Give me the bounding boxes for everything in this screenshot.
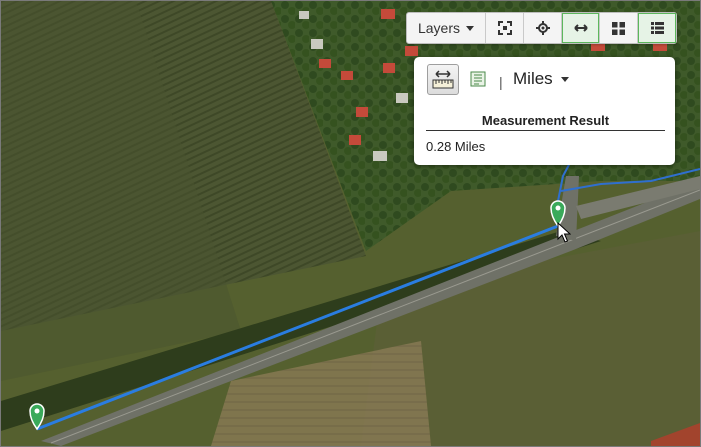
measure-icon xyxy=(573,24,588,32)
measure-distance-button[interactable] xyxy=(427,64,459,95)
grid-view-button[interactable] xyxy=(600,13,638,43)
locate-icon xyxy=(535,21,550,35)
locate-button[interactable] xyxy=(524,13,562,43)
layers-button[interactable]: Layers xyxy=(407,13,486,43)
unit-label: Miles xyxy=(513,69,553,88)
mouse-cursor-icon xyxy=(557,222,571,243)
map-toolbar: Layers xyxy=(406,12,677,44)
fullscreen-icon xyxy=(497,21,512,35)
ruler-icon xyxy=(432,69,454,88)
layers-label: Layers xyxy=(417,20,461,36)
list-view-button[interactable] xyxy=(638,13,676,43)
measurement-panel: | Miles Measurement Result 0.28 Miles xyxy=(414,57,675,165)
measure-area-icon[interactable] xyxy=(470,71,486,87)
unit-dropdown[interactable]: Miles xyxy=(513,69,569,89)
result-value: 0.28 Miles xyxy=(426,139,486,154)
result-title: Measurement Result xyxy=(481,113,610,128)
divider xyxy=(426,130,665,131)
grid-icon xyxy=(612,21,625,35)
fullscreen-button[interactable] xyxy=(486,13,524,43)
list-icon xyxy=(650,22,664,34)
measure-button[interactable] xyxy=(562,13,600,43)
chevron-down-icon xyxy=(466,25,475,31)
separator: | xyxy=(499,74,503,90)
map-frame: Layers | Miles Measurement Result 0.28 M… xyxy=(0,0,701,447)
chevron-down-icon xyxy=(560,76,569,82)
